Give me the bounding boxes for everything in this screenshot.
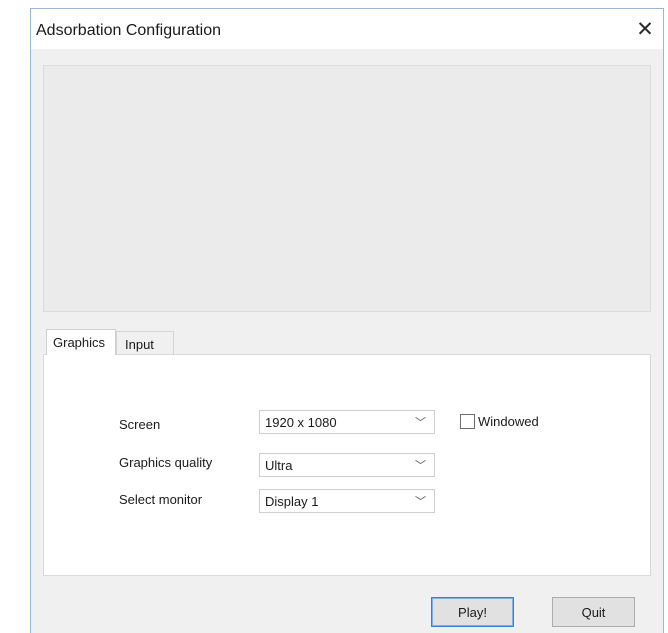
play-button-label: Play!	[458, 604, 487, 620]
tab-graphics-label: Graphics	[53, 335, 106, 350]
screen-select-value: 1920 x 1080	[265, 415, 337, 430]
windowed-checkbox[interactable]	[460, 413, 475, 429]
screen-label: Screen	[119, 417, 161, 432]
quit-button-label: Quit	[581, 604, 606, 620]
select-monitor-label: Select monitor	[119, 492, 203, 507]
close-button[interactable]: ✕	[631, 15, 659, 43]
chevron-down-icon: ﹀	[415, 417, 426, 429]
close-icon: ✕	[636, 17, 654, 41]
title-bar: Adsorbation Configuration ✕	[31, 9, 663, 49]
chevron-down-icon: ﹀	[415, 496, 426, 508]
windowed-checkbox-group[interactable]: Windowed	[460, 412, 539, 430]
chevron-down-icon: ﹀	[415, 460, 426, 472]
screen-select[interactable]: 1920 x 1080 ﹀	[259, 410, 435, 434]
graphics-quality-select[interactable]: Ultra ﹀	[259, 453, 435, 477]
monitor-select[interactable]: Display 1 ﹀	[259, 489, 435, 513]
windowed-label: Windowed	[478, 413, 539, 429]
tab-input[interactable]: Input	[116, 331, 174, 355]
monitor-select-value: Display 1	[265, 494, 319, 509]
graphics-quality-label: Graphics quality	[119, 455, 213, 470]
banner-image	[43, 65, 651, 312]
play-button[interactable]: Play!	[431, 597, 514, 627]
graphics-quality-select-value: Ultra	[265, 458, 293, 473]
tab-graphics[interactable]: Graphics	[46, 329, 116, 355]
config-window: Adsorbation Configuration ✕ Graphics Inp…	[30, 8, 664, 633]
tab-input-label: Input	[125, 337, 154, 352]
quit-button[interactable]: Quit	[552, 597, 635, 627]
window-title: Adsorbation Configuration	[36, 22, 222, 39]
